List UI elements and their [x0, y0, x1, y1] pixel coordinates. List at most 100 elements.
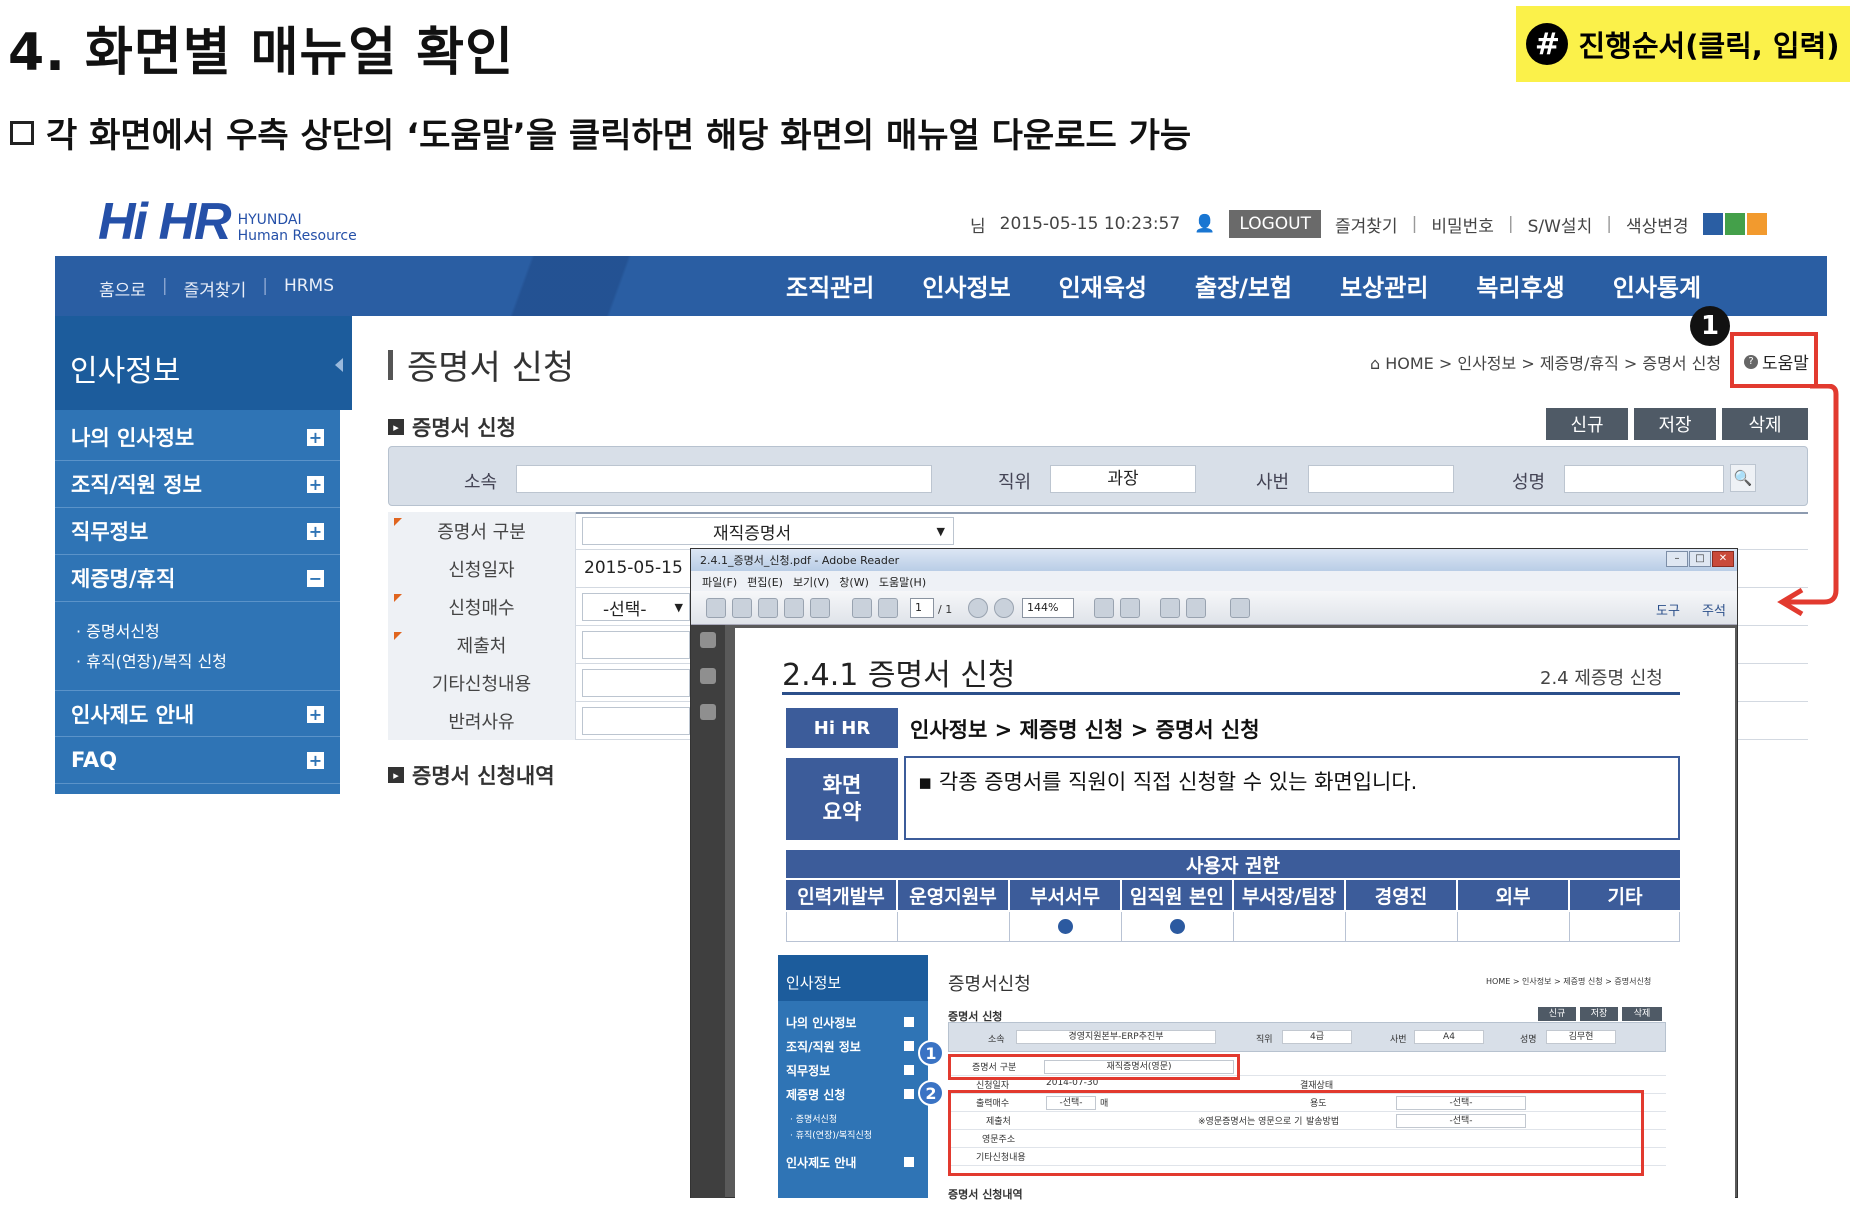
- plus-icon[interactable]: +: [307, 523, 324, 540]
- color-swatch-orange[interactable]: [1746, 213, 1767, 235]
- mini-search-field: 경영지원본부-ERP추진부: [1016, 1030, 1216, 1044]
- maximize-icon[interactable]: □: [1689, 551, 1711, 567]
- mini-sidebar-item: 조직/직원 정보: [786, 1040, 861, 1054]
- nav-hr-statistics[interactable]: 인사통계: [1613, 268, 1701, 303]
- logout-button[interactable]: LOGOUT: [1229, 210, 1322, 238]
- save-button[interactable]: 저장: [1634, 408, 1716, 440]
- sidebar-subitem-leave-request[interactable]: · 휴직(연장)/복직 신청: [76, 648, 227, 672]
- nav-home-link[interactable]: 홈으로: [99, 276, 146, 301]
- open-icon[interactable]: [732, 598, 752, 618]
- expand-icon[interactable]: [1230, 598, 1250, 618]
- close-icon[interactable]: ✕: [1712, 551, 1734, 567]
- page-up-icon[interactable]: [852, 598, 872, 618]
- name-input[interactable]: [1564, 465, 1724, 493]
- nav-org-management[interactable]: 조직관리: [786, 268, 874, 303]
- permission-cell: [1122, 912, 1234, 942]
- color-change-link[interactable]: 색상변경: [1626, 212, 1689, 237]
- submit-to-input[interactable]: [582, 631, 690, 659]
- page-down-icon[interactable]: [878, 598, 898, 618]
- hihr-logo[interactable]: Hi HR HYUNDAI Human Resource: [98, 196, 357, 248]
- form-label-submit-to: 제출처: [388, 626, 576, 664]
- department-input[interactable]: [516, 465, 932, 493]
- step-number-badge: 1: [1690, 306, 1730, 346]
- sidebar-collapse-icon[interactable]: [335, 358, 343, 372]
- mini-page-title: 증명서신청: [948, 974, 1031, 995]
- cert-type-select[interactable]: 재직증명서 ▼: [582, 517, 954, 545]
- menu-edit[interactable]: 편집(E): [747, 574, 783, 590]
- chevron-down-icon: ▼: [674, 600, 683, 614]
- square-bullet-icon: [10, 120, 34, 145]
- plus-icon[interactable]: +: [307, 752, 324, 769]
- plus-icon[interactable]: +: [307, 476, 324, 493]
- nav-talent-development[interactable]: 인재육성: [1059, 268, 1147, 303]
- nav-favorites-link[interactable]: 즐겨찾기: [184, 276, 247, 301]
- permission-cell: [1346, 912, 1458, 942]
- plus-icon[interactable]: +: [307, 706, 324, 723]
- print-icon[interactable]: [784, 598, 804, 618]
- position-input[interactable]: 과장: [1050, 465, 1196, 493]
- comment-icon[interactable]: [1160, 598, 1180, 618]
- mini-sidebar-title: 인사정보: [786, 974, 842, 992]
- copies-select[interactable]: -선택- ▼: [582, 593, 690, 621]
- color-swatch-green[interactable]: [1724, 213, 1745, 235]
- mini-sidebar-item: 직무정보: [786, 1064, 831, 1078]
- menu-window[interactable]: 창(W): [839, 574, 869, 590]
- menu-help[interactable]: 도움말(H): [879, 574, 926, 590]
- form-label-other-request: 기타신청내용: [388, 664, 576, 702]
- tools-button[interactable]: 도구: [1656, 600, 1680, 619]
- home-icon: ⌂: [1370, 354, 1386, 373]
- menu-view[interactable]: 보기(V): [793, 574, 829, 590]
- sidebar-item-hr-system-guide[interactable]: 인사제도 안내 +: [55, 690, 340, 737]
- permission-col-dept-admin: 부서서무: [1010, 880, 1120, 910]
- sidebar-item-org-staff[interactable]: 조직/직원 정보 +: [55, 461, 340, 508]
- permission-cell: [898, 912, 1010, 942]
- plus-icon[interactable]: +: [307, 429, 324, 446]
- sidebar-item-job-info[interactable]: 직무정보 +: [55, 508, 340, 555]
- favorites-link[interactable]: 즐겨찾기: [1335, 212, 1398, 237]
- comments-button[interactable]: 주석: [1702, 600, 1726, 619]
- minimize-icon[interactable]: –: [1666, 551, 1688, 567]
- nav-hr-info[interactable]: 인사정보: [922, 268, 1010, 303]
- fit-page-icon[interactable]: [1094, 598, 1114, 618]
- nav-business-trip[interactable]: 출장/보험: [1195, 268, 1292, 303]
- sidebar-item-my-hr-info[interactable]: 나의 인사정보 +: [55, 414, 340, 461]
- menu-file[interactable]: 파일(F): [702, 574, 737, 590]
- fit-width-icon[interactable]: [1120, 598, 1140, 618]
- sidebar-item-label: 직무정보: [71, 520, 149, 544]
- zoom-level-select[interactable]: 144%: [1022, 598, 1074, 618]
- nav-hrms-link[interactable]: HRMS: [284, 276, 334, 301]
- nav-quicklinks: 홈으로 | 즐겨찾기 | HRMS: [99, 276, 334, 301]
- save-icon[interactable]: [758, 598, 778, 618]
- reject-reason-input[interactable]: [582, 707, 690, 735]
- attachment-icon[interactable]: [700, 668, 716, 684]
- sidebar-item-faq[interactable]: FAQ +: [55, 737, 340, 784]
- new-button[interactable]: 신규: [1546, 408, 1628, 440]
- color-swatch-blue[interactable]: [1702, 213, 1723, 235]
- sidebar-item-certificates[interactable]: 제증명/휴직 −: [55, 555, 340, 602]
- create-pdf-icon[interactable]: [706, 598, 726, 618]
- mini-sidebar-item: 제증명 신청: [786, 1088, 846, 1102]
- layers-icon[interactable]: [700, 704, 716, 720]
- page-number-input[interactable]: 1: [910, 598, 934, 618]
- permission-cell: [1458, 912, 1570, 942]
- breadcrumb-text: HOME > 인사정보 > 제증명/휴직 > 증명서 신청: [1385, 354, 1722, 373]
- password-link[interactable]: 비밀번호: [1431, 212, 1494, 237]
- section-title: 증명서 신청: [412, 416, 516, 440]
- zoom-in-icon[interactable]: [994, 598, 1014, 618]
- pages-icon[interactable]: [700, 632, 716, 648]
- other-request-input[interactable]: [582, 669, 690, 697]
- highlight-icon[interactable]: [1186, 598, 1206, 618]
- email-icon[interactable]: [810, 598, 830, 618]
- sw-install-link[interactable]: S/W설치: [1528, 212, 1593, 237]
- employee-no-input[interactable]: [1308, 465, 1454, 493]
- mini-new-button: 신규: [1538, 1007, 1576, 1021]
- minus-icon[interactable]: −: [307, 570, 324, 587]
- nav-compensation[interactable]: 보상관리: [1340, 268, 1428, 303]
- nav-welfare[interactable]: 복리후생: [1476, 268, 1564, 303]
- hash-icon: #: [1526, 23, 1569, 65]
- zoom-out-icon[interactable]: [968, 598, 988, 618]
- form-label-text: 신청일자: [448, 560, 515, 581]
- sidebar-subitem-certificate-request[interactable]: · 증명서신청: [76, 618, 160, 642]
- mini-search-label: 직위: [1256, 1035, 1273, 1045]
- red-arrow-connector: [1777, 384, 1839, 617]
